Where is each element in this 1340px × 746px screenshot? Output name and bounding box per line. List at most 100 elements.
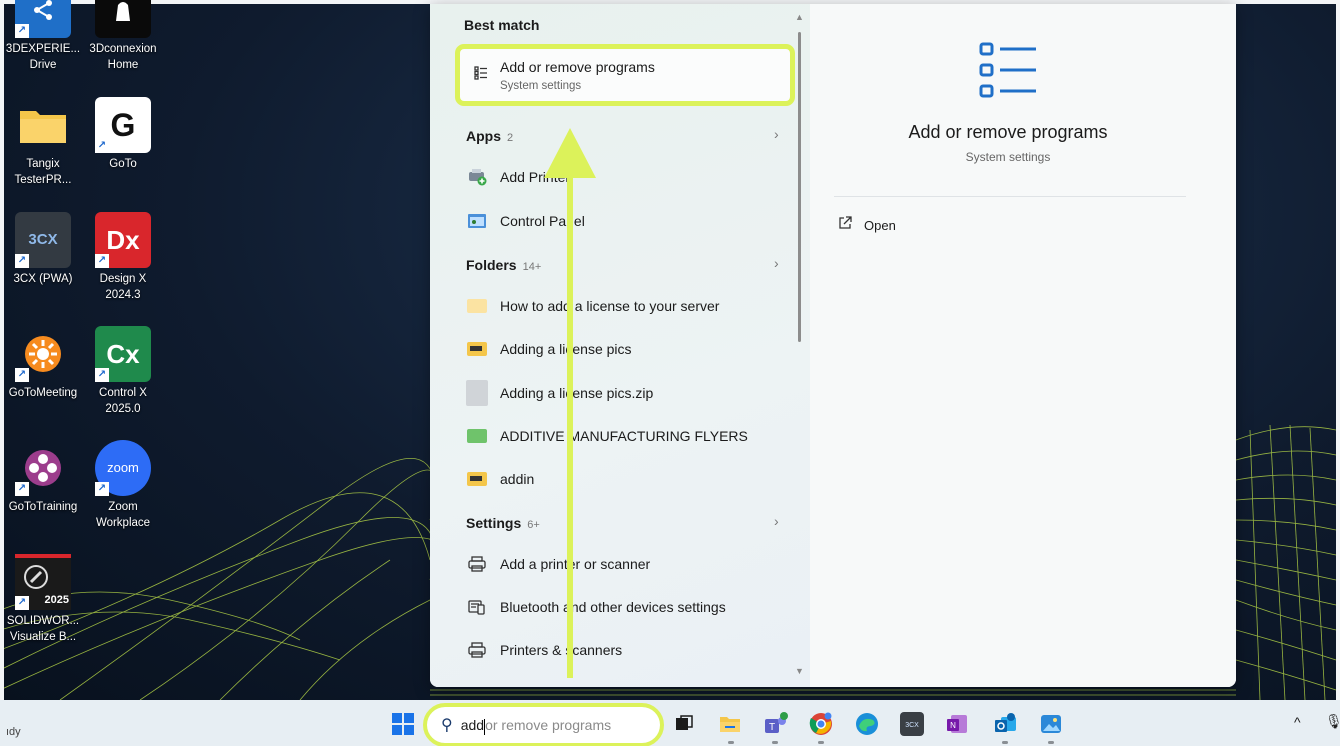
open-button[interactable]: Open [838,216,896,234]
folder-pictures-icon [466,340,488,358]
3cx-icon: 3CX ↗ [15,212,71,268]
settings-result[interactable]: Printers & scanners [466,634,786,666]
control-x-icon: Cx ↗ [95,326,151,382]
bluetooth-devices-icon [466,598,488,616]
goto-glyph: G [110,107,136,143]
desktop-icon-control-x[interactable]: Cx ↗ Control X 2025.0 [83,326,163,417]
search-results-list: ▲ ▼ Best match Add or remove programs Sy… [430,4,810,687]
result-label: Bluetooth and other devices settings [500,599,726,615]
desktop-icon-label: Zoom [108,501,138,513]
desktop-icon-label: Design X [99,273,147,285]
chevron-right-icon[interactable]: › [774,126,779,142]
desktop-icon-label: Tangix [26,158,60,170]
settings-result[interactable]: Add a printer or scanner [466,548,786,580]
desktop-icon-zoom[interactable]: zoom ↗ Zoom Workplace [83,440,163,531]
list-settings-icon [474,66,488,85]
windows-start-icon[interactable] [392,713,414,735]
outlook-icon[interactable] [993,712,1017,736]
taskbar: ıdy [0,700,1340,746]
scroll-down-arrow-icon[interactable]: ▼ [795,666,804,676]
folders-heading[interactable]: Folders 14+ [466,257,541,273]
solidworks-visualize-icon: 2025 ↗ [15,554,71,610]
file-explorer-icon[interactable] [718,712,742,736]
zoom-icon: zoom ↗ [95,440,151,496]
detail-subtitle: System settings [965,150,1051,164]
best-match-title: Add or remove programs [500,59,655,75]
settings-heading[interactable]: Settings 6+ [466,515,540,531]
chevron-right-icon[interactable]: › [774,513,779,529]
gototraining-icon: ↗ [15,440,71,496]
shortcut-arrow-icon: ↗ [15,24,29,38]
show-hidden-icons-chevron-icon[interactable]: ^ [1294,714,1301,730]
best-match-heading: Best match [464,17,540,33]
onenote-icon[interactable]: N [945,712,969,736]
desktop-icon-3cx[interactable]: 3CX ↗ 3CX (PWA) [3,212,83,287]
apps-heading-label: Apps [466,128,501,144]
folder-result[interactable]: addin [466,463,786,495]
running-indicator [1002,741,1008,744]
share-icon: ↗ [15,0,71,38]
detail-title: Add or remove programs [908,122,1108,142]
results-scrollbar[interactable] [798,32,801,342]
app-result-add-printer[interactable]: Add Printer [466,161,786,193]
desktop-icon-label: Visualize B... [9,631,77,643]
chrome-icon[interactable] [809,712,833,736]
shortcut-arrow-icon: ↗ [95,482,109,496]
3cx-glyph: 3CX [28,231,58,248]
running-indicator [772,741,778,744]
task-view-icon[interactable] [672,712,696,736]
desktop-icon-goto[interactable]: G ↗ GoTo [83,97,163,172]
settings-result[interactable]: Bluetooth and other devices settings [466,591,786,623]
3cx-taskbar-icon[interactable]: 3CX [900,712,924,736]
folder-icon [466,297,488,315]
desktop-icon-label: Drive [29,59,57,71]
edge-icon[interactable] [855,712,879,736]
teams-icon[interactable]: T [762,712,788,736]
taskbar-search-input[interactable]: ⚲ add or remove programs [423,703,664,746]
result-label: Adding a license pics [500,341,632,357]
folder-result[interactable]: ADDITIVE MANUFACTURING FLYERS [466,420,786,452]
desktop-icon-label: Control X [99,387,147,399]
3dconnexion-icon [95,0,151,38]
desktop-icon-gotomeeting[interactable]: ↗ GoToMeeting [3,326,83,401]
desktop-icon-label: 2025.0 [105,403,141,415]
folder-result[interactable]: How to add a license to your server [466,290,786,322]
weather-widget-text[interactable]: ıdy [6,726,21,738]
printer-icon [466,641,488,659]
desktop-icon-label: GoToTraining [8,501,78,513]
desktop-icon-solidworks-visualize[interactable]: 2025 ↗ SOLIDWOR... Visualize B... [3,554,83,645]
folder-pictures-icon [466,470,488,488]
chevron-right-icon[interactable]: › [774,255,779,271]
desktop-icon-label: GoTo [109,158,137,170]
desktop-icon-label: Workplace [95,517,151,529]
desktop-icon-3dexperience-drive[interactable]: ↗ 3DEXPERIE... Drive [3,0,83,73]
apps-heading[interactable]: Apps 2 [466,128,513,144]
best-match-result[interactable]: Add or remove programs System settings [455,44,795,106]
folder-result[interactable]: Adding a license pics [466,333,786,365]
desktop-icon-design-x[interactable]: Dx ↗ Design X 2024.3 [83,212,163,303]
best-match-subtitle: System settings [500,80,582,92]
result-label: Control Panel [500,213,585,229]
solidworks-year-glyph: 2025 [44,594,69,606]
open-external-icon [838,216,852,234]
folders-count: 14+ [522,261,542,273]
scroll-up-arrow-icon[interactable]: ▲ [795,12,804,22]
control-panel-icon [466,212,488,230]
result-label: Adding a license pics.zip [500,385,654,401]
desktop-icon-label: TesterPR... [14,174,72,186]
photos-icon[interactable] [1039,712,1063,736]
shortcut-arrow-icon: ↗ [15,254,29,268]
zip-file-icon [466,380,488,406]
app-result-control-panel[interactable]: Control Panel [466,205,786,237]
desktop-icon-tangix-tester[interactable]: Tangix TesterPR... [3,97,83,188]
desktop-icon-label: Home [107,59,139,71]
zoom-glyph: zoom [107,460,139,475]
search-autocomplete-text: or remove programs [485,717,612,733]
desktop-icon-3dconnexion-home[interactable]: 3Dconnexion Home [83,0,163,73]
open-label: Open [864,217,896,233]
desktop-icon-label: 3CX (PWA) [13,273,73,285]
desktop-icon-gototraining[interactable]: ↗ GoToTraining [3,440,83,515]
search-flyout: ▲ ▼ Best match Add or remove programs Sy… [430,4,1236,687]
microphone-icon[interactable]: 🎙 [1325,713,1340,730]
zip-result[interactable]: Adding a license pics.zip [466,377,786,409]
